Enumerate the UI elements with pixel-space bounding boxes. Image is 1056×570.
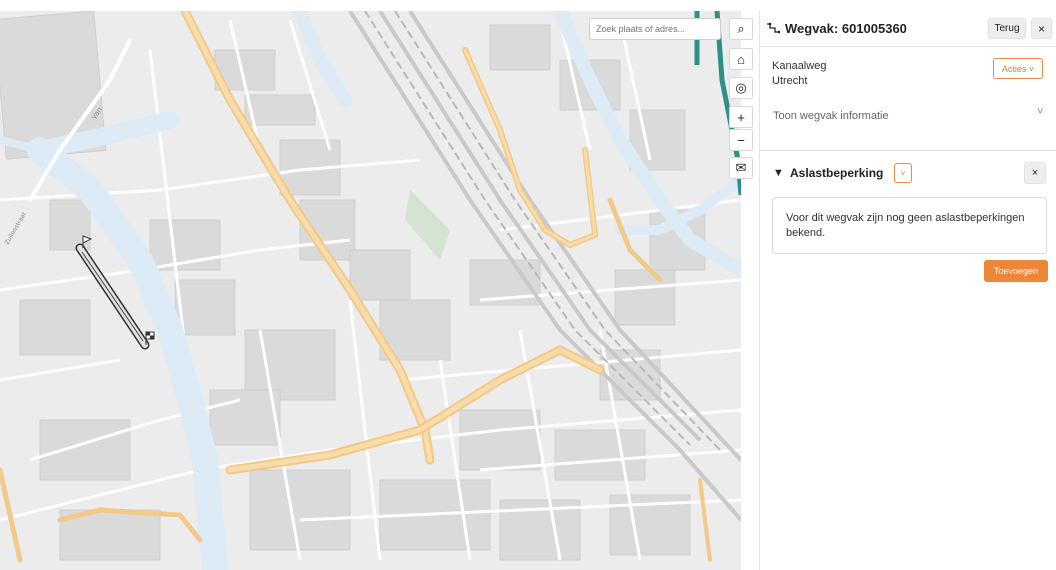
plus-icon: + (737, 109, 745, 125)
map-search-button[interactable]: ⌕ (729, 18, 753, 40)
back-button[interactable]: Terug (988, 18, 1026, 39)
map-canvas[interactable]: Van Zuilenstraat (0, 11, 741, 570)
address-city: Utrecht (772, 75, 808, 87)
zoom-in-button[interactable]: + (729, 106, 753, 128)
zoom-out-button[interactable]: − (729, 129, 753, 151)
add-button[interactable]: Toevoegen (984, 260, 1048, 282)
actions-button[interactable]: Acties ˅ (993, 58, 1043, 79)
chevron-down-icon: ˅ (900, 168, 906, 178)
close-section-button[interactable]: × (1024, 162, 1046, 184)
wegvak-panel: Wegvak: 601005360 Terug × Kanaalweg Utre… (759, 11, 1056, 570)
section-dropdown-button[interactable]: ˅ (894, 163, 912, 183)
section-divider (760, 150, 1056, 151)
message-text: Voor dit wegvak zijn nog geen aslastbepe… (786, 212, 1025, 239)
map-search-input[interactable] (589, 18, 721, 40)
map-locate-button[interactable]: ◎ (729, 77, 753, 99)
locate-icon: ◎ (735, 80, 747, 95)
top-strip (0, 0, 1056, 11)
home-icon: ⌂ (737, 51, 745, 67)
road-segment-icon (766, 22, 781, 37)
minus-icon: − (737, 132, 745, 148)
panel-header: Wegvak: 601005360 Terug × (760, 11, 1056, 47)
collapse-triangle-icon[interactable]: ▼ (773, 167, 784, 179)
no-restrictions-message: Voor dit wegvak zijn nog geen aslastbepe… (772, 197, 1047, 254)
mail-icon: ✉ (735, 160, 747, 175)
panel-title: Wegvak: 601005360 (785, 21, 907, 36)
section-title: Aslastbeperking (790, 166, 884, 180)
search-icon: ⌕ (737, 21, 745, 36)
address-street: Kanaalweg (772, 60, 827, 72)
map-mail-button[interactable]: ✉ (729, 157, 753, 179)
close-panel-button[interactable]: × (1031, 18, 1052, 39)
close-icon: × (1037, 21, 1045, 36)
map-home-button[interactable]: ⌂ (729, 48, 753, 70)
show-wegvak-info-toggle[interactable]: Toon wegvak informatie (773, 110, 889, 122)
map-graphics: Van Zuilenstraat (0, 11, 741, 570)
chevron-down-icon[interactable]: ˅ (1037, 106, 1043, 118)
close-icon: × (1031, 167, 1039, 179)
